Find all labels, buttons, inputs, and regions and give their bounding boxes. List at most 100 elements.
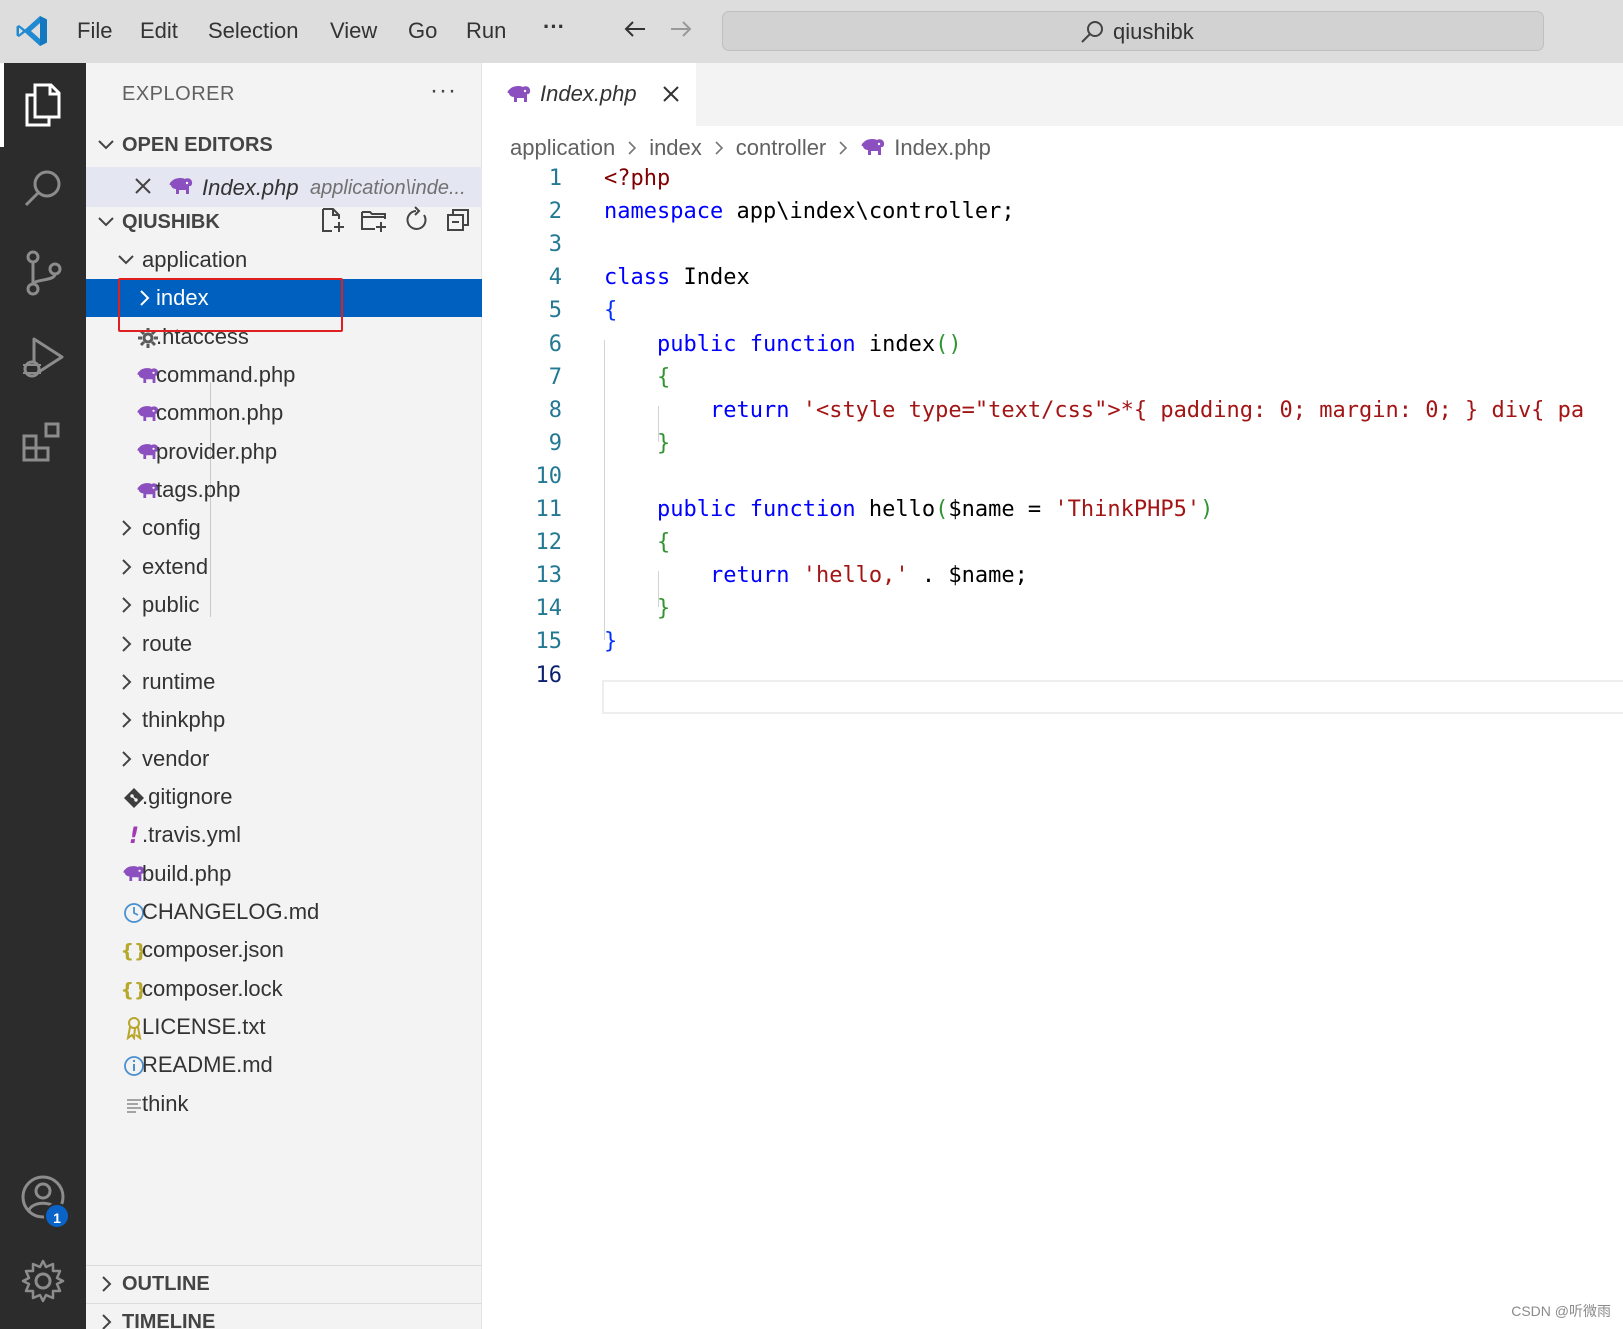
tree-file-think[interactable]: think	[86, 1085, 482, 1123]
run-debug-button[interactable]	[0, 315, 86, 399]
breadcrumb-item[interactable]: index	[649, 135, 702, 161]
line-number: 8	[548, 397, 562, 423]
code-token: . $name;	[908, 563, 1028, 589]
tree-file-composer-json[interactable]: {} composer.json	[86, 931, 482, 969]
back-arrow-icon[interactable]	[620, 14, 650, 44]
menu-file[interactable]: File	[77, 18, 112, 44]
tree-file-build-php[interactable]: build.php	[86, 855, 482, 893]
menu-run[interactable]: Run	[466, 18, 506, 44]
menu-edit[interactable]: Edit	[140, 18, 178, 44]
tree-item-label: command.php	[156, 362, 296, 388]
menu-more[interactable]: ···	[543, 14, 565, 40]
menu-selection[interactable]: Selection	[208, 18, 299, 44]
tree-item-label: composer.json	[142, 937, 284, 963]
tree-file-changelog-md[interactable]: CHANGELOG.md	[86, 893, 482, 931]
current-line-highlight	[602, 680, 1623, 714]
explorer-more-actions[interactable]: ···	[430, 77, 457, 105]
code-token: Index	[670, 265, 750, 291]
chevron-right-icon	[116, 710, 136, 730]
tree-file-provider-php[interactable]: provider.php	[86, 433, 482, 471]
watermark: CSDN @听微雨	[1511, 1303, 1611, 1319]
tree-file-composer-lock[interactable]: {} composer.lock	[86, 970, 482, 1008]
collapse-all-icon[interactable]	[444, 206, 472, 234]
tree-item-label: think	[142, 1090, 189, 1116]
new-file-icon[interactable]	[318, 206, 346, 234]
breadcrumb-item[interactable]: Index.php	[894, 135, 991, 161]
tree-folder-config[interactable]: config	[86, 509, 482, 547]
open-editor-path: application\inde...	[310, 177, 466, 199]
chevron-right-icon	[715, 141, 723, 155]
code-line: return 'hello,' . $name;	[604, 563, 1028, 588]
code-line: {	[604, 530, 670, 555]
tree-file-readme-md[interactable]: README.md	[86, 1046, 482, 1084]
refresh-icon[interactable]	[402, 206, 430, 234]
code-token: '<style type="text/css">*{ padding: 0; m…	[802, 397, 1585, 423]
code-editor[interactable]: 1 <?php 2 namespace app\index\controller; 3 4…	[482, 166, 1623, 1329]
menu-go[interactable]: Go	[408, 18, 437, 44]
code-line: return '<style type="text/css">*{ paddin…	[604, 398, 1584, 423]
tree-folder-application[interactable]: application	[86, 241, 482, 279]
vscode-logo-icon[interactable]	[14, 13, 50, 49]
command-center-search[interactable]: qiushibk	[722, 11, 1544, 51]
open-editor-item[interactable]: Index.php application\inde...	[86, 167, 482, 207]
chevron-right-icon	[839, 141, 848, 155]
breadcrumb-item[interactable]: application	[510, 135, 615, 161]
code-line: class Index	[604, 265, 750, 290]
tree-item-label: route	[142, 630, 193, 656]
forward-arrow-icon[interactable]	[666, 14, 696, 44]
source-control-button[interactable]	[0, 231, 86, 315]
close-icon[interactable]	[660, 83, 682, 105]
line-number: 14	[535, 596, 563, 622]
code-line: <?php	[604, 166, 670, 191]
tree-item-label: build.php	[142, 860, 232, 886]
menu-view[interactable]: View	[330, 18, 377, 44]
search-activity-button[interactable]	[0, 147, 86, 231]
tree-file-tags-php[interactable]: tags.php	[86, 471, 482, 509]
accounts-button[interactable]: 1	[0, 1155, 86, 1239]
close-icon[interactable]	[132, 175, 154, 197]
code-line: public function index()	[604, 332, 962, 357]
manage-button[interactable]	[0, 1239, 86, 1323]
timeline-header[interactable]: TIMELINE	[86, 1303, 482, 1329]
tree-item-label: tags.php	[156, 477, 241, 503]
code-token: <?php	[604, 166, 671, 191]
breadcrumb: application index controller Index.php	[510, 131, 991, 165]
new-folder-icon[interactable]	[360, 206, 388, 234]
chevron-right-icon	[116, 749, 136, 769]
code-token: $name =	[948, 497, 1055, 522]
tree-item-label: thinkphp	[142, 707, 226, 733]
tree-folder-public[interactable]: public	[86, 586, 482, 624]
line-number: 3	[548, 232, 562, 258]
search-icon	[1081, 21, 1103, 43]
breadcrumb-item[interactable]: controller	[736, 135, 826, 161]
code-line: }	[604, 629, 617, 654]
tree-folder-vendor[interactable]: vendor	[86, 740, 482, 778]
line-number: 9	[548, 430, 562, 456]
extensions-button[interactable]	[0, 399, 86, 483]
tree-file-license-txt[interactable]: LICENSE.txt	[86, 1008, 482, 1046]
code-token: return	[709, 397, 790, 423]
tree-item-label: README.md	[142, 1052, 273, 1078]
tree-folder-thinkphp[interactable]: thinkphp	[86, 701, 482, 739]
workspace-header[interactable]: QIUSHIBK	[86, 204, 482, 240]
tree-folder-extend[interactable]: extend	[86, 548, 482, 586]
open-editors-header[interactable]: OPEN EDITORS	[86, 127, 482, 163]
tree-file-gitignore[interactable]: .gitignore	[86, 778, 482, 816]
explorer-button[interactable]	[0, 63, 86, 147]
tree-item-label: .travis.yml	[142, 822, 241, 848]
outline-header[interactable]: OUTLINE	[86, 1265, 482, 1301]
code-token: public	[656, 497, 737, 522]
tree-file-travis-yml[interactable]: ! .travis.yml	[86, 816, 482, 854]
tree-folder-route[interactable]: route	[86, 625, 482, 663]
line-number: 16	[535, 662, 563, 688]
code-token: index	[855, 331, 936, 357]
tree-file-command-php[interactable]: command.php	[86, 356, 482, 394]
tab-index-php[interactable]: Index.php	[482, 63, 696, 126]
code-token: class	[604, 265, 671, 291]
line-number: 1	[548, 166, 562, 191]
tree-file-common-php[interactable]: common.php	[86, 394, 482, 432]
tree-folder-runtime[interactable]: runtime	[86, 663, 482, 701]
